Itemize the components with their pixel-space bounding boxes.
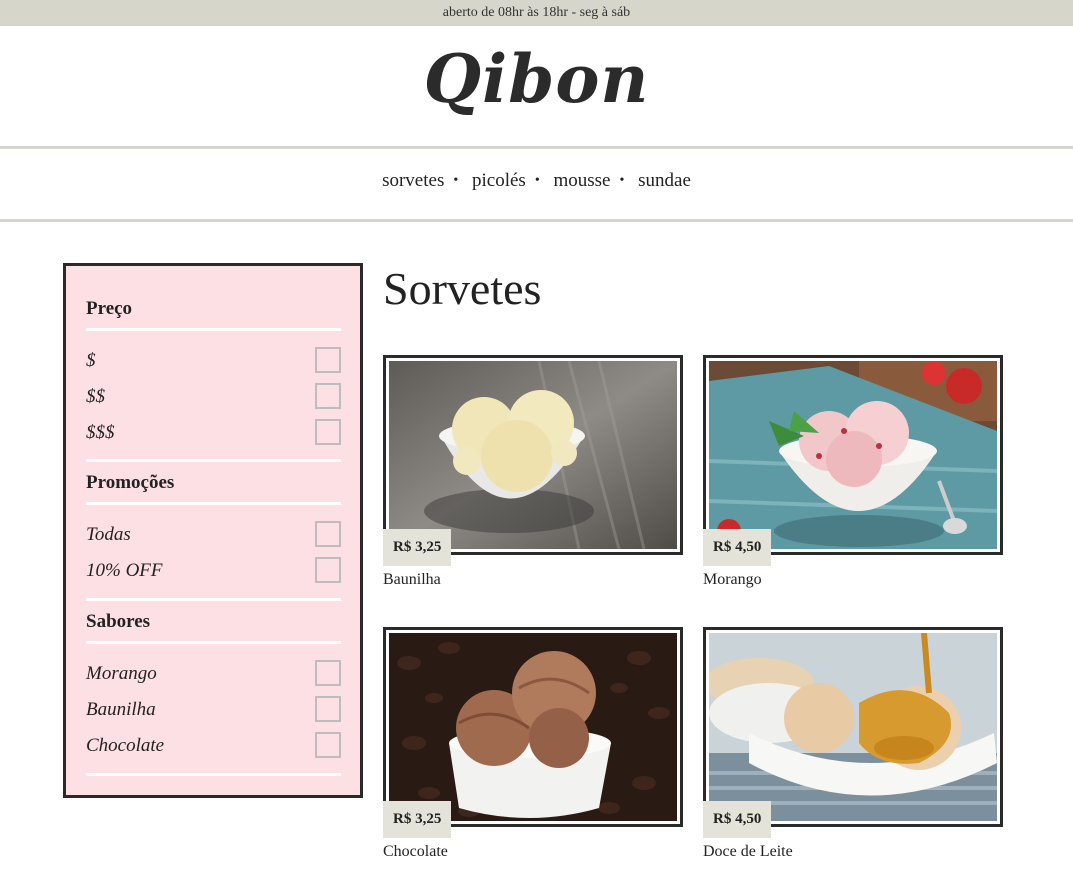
strawberry-ice-cream-image <box>709 361 997 549</box>
filter-divider <box>86 328 341 331</box>
filter-option-label: 10% OFF <box>86 560 163 581</box>
price-tag: R$ 3,25 <box>383 529 452 566</box>
product-image-frame[interactable] <box>383 355 683 555</box>
filter-divider <box>86 459 341 462</box>
main-nav: sorvetes • picolés • mousse • sundae <box>0 170 1073 192</box>
product-name[interactable]: Chocolate <box>383 843 448 861</box>
price-tag: R$ 4,50 <box>703 529 772 566</box>
site-logo[interactable]: Qibon <box>0 40 1073 118</box>
nav-separator: • <box>534 173 540 188</box>
filter-checkbox-baunilha[interactable] <box>315 696 341 722</box>
filter-checkbox-price-2[interactable] <box>315 383 341 409</box>
page-title: Sorvetes <box>383 263 542 314</box>
nav-item-mousse[interactable]: mousse <box>547 170 616 191</box>
filter-option-label: Todas <box>86 524 131 545</box>
nav-item-sorvetes[interactable]: sorvetes <box>376 170 450 191</box>
filter-checkbox-price-3[interactable] <box>315 419 341 445</box>
filter-checkbox-morango[interactable] <box>315 660 341 686</box>
filter-option-label: $ <box>86 350 96 371</box>
product-name[interactable]: Doce de Leite <box>703 843 793 861</box>
product-image-frame[interactable] <box>703 355 1003 555</box>
opening-hours-bar: aberto de 08hr às 18hr - seg à sáb <box>0 0 1073 26</box>
price-tag: R$ 4,50 <box>703 801 772 838</box>
filter-option-label: Baunilha <box>86 699 156 720</box>
filter-option-label: $$$ <box>86 422 115 443</box>
filter-option-label: Morango <box>86 663 157 684</box>
product-name[interactable]: Morango <box>703 571 762 589</box>
vanilla-ice-cream-image <box>389 361 677 549</box>
filter-checkbox-todas[interactable] <box>315 521 341 547</box>
opening-hours-text: aberto de 08hr às 18hr - seg à sáb <box>442 5 631 20</box>
nav-separator: • <box>619 173 625 188</box>
filter-group-title-preco: Preço <box>86 298 133 319</box>
price-tag: R$ 3,25 <box>383 801 452 838</box>
filter-group-title-promocoes: Promoções <box>86 472 175 493</box>
filter-sidebar: Preço $ $$ $$$ Promoções Todas 10% OFF S… <box>63 263 363 798</box>
filter-divider <box>86 773 341 776</box>
header-divider-bottom <box>0 219 1073 222</box>
filter-divider <box>86 641 341 644</box>
nav-item-picoles[interactable]: picolés <box>466 170 532 191</box>
filter-divider <box>86 502 341 505</box>
filter-checkbox-price-1[interactable] <box>315 347 341 373</box>
nav-item-sundae[interactable]: sundae <box>632 170 697 191</box>
filter-checkbox-10-off[interactable] <box>315 557 341 583</box>
filter-group-title-sabores: Sabores <box>86 611 151 632</box>
filter-option-label: $$ <box>86 386 105 407</box>
product-image-frame[interactable] <box>383 627 683 827</box>
header-divider-top <box>0 146 1073 149</box>
filter-divider <box>86 598 341 601</box>
filter-checkbox-chocolate[interactable] <box>315 732 341 758</box>
product-image-frame[interactable] <box>703 627 1003 827</box>
chocolate-ice-cream-image <box>389 633 677 821</box>
dulce-de-leche-ice-cream-image <box>709 633 997 821</box>
filter-option-label: Chocolate <box>86 735 165 756</box>
nav-separator: • <box>453 173 459 188</box>
product-name[interactable]: Baunilha <box>383 571 441 589</box>
